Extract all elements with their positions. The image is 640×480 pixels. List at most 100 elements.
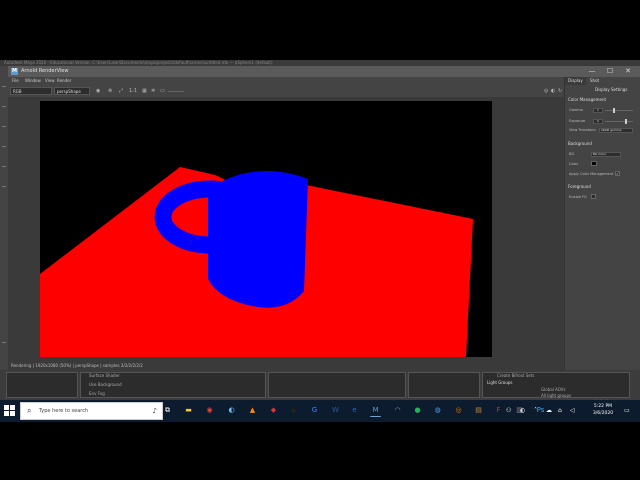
global-aovs-checkbox[interactable]: Global AOVs xyxy=(541,387,566,392)
google-icon[interactable]: G xyxy=(309,405,320,416)
ratio-label[interactable]: 1:1 xyxy=(129,88,137,94)
tool-icon[interactable] xyxy=(2,126,6,127)
steam-icon[interactable]: ◐ xyxy=(226,405,237,416)
blender-icon[interactable]: ◎ xyxy=(453,405,464,416)
enable-fg-label: Enable FG xyxy=(569,195,587,199)
display-settings-panel: Display Shot Display Settings Color Mana… xyxy=(564,77,640,370)
maya-aov-panel: Create Bifrost Sets Light Groups Global … xyxy=(482,372,630,404)
background-section[interactable]: Background xyxy=(568,141,592,146)
menu-window[interactable]: Window xyxy=(25,77,41,85)
app-gray-icon[interactable]: ▥ xyxy=(514,405,525,416)
exposure-panel-slider[interactable] xyxy=(605,121,633,122)
exposure-field[interactable]: 0 xyxy=(593,119,603,124)
globe-icon[interactable]: ◍ xyxy=(432,405,443,416)
bg-select[interactable]: BG Color xyxy=(591,152,621,157)
taskbar-search-box[interactable]: ⌕ Type here to search ♪ xyxy=(20,402,163,420)
volume-icon[interactable]: ◁ xyxy=(570,405,575,416)
aov-select[interactable]: RGB xyxy=(10,87,52,95)
box-icon[interactable]: ▤ xyxy=(473,405,484,416)
spotify-icon[interactable]: ● xyxy=(412,405,423,416)
color-label: Color xyxy=(569,162,579,166)
clock-time: 5:22 PM xyxy=(593,404,613,409)
people-icon[interactable]: ⚇ xyxy=(506,405,511,416)
tab-shot[interactable]: Shot xyxy=(587,77,602,85)
maya-icon[interactable]: M xyxy=(370,405,381,417)
vlc-icon[interactable]: ▲ xyxy=(247,405,258,416)
photoshop-icon[interactable]: Ps xyxy=(535,405,546,416)
letterbox-bottom xyxy=(0,422,640,480)
menu-view[interactable]: View xyxy=(45,77,55,85)
taskbar-clock[interactable]: 5:22 PM 3/6/2020 xyxy=(587,403,619,417)
color-management-section[interactable]: Color Management xyxy=(568,97,606,102)
app-arc-icon[interactable]: ◠ xyxy=(392,405,403,416)
exposure-icon[interactable]: ▭ xyxy=(160,88,165,94)
status-text: Rendering | 1920x1080 (50%) | perspShape… xyxy=(11,363,143,368)
file-explorer-icon[interactable]: ▬ xyxy=(183,405,194,416)
exposure-slider[interactable] xyxy=(168,91,184,92)
maya-bottom-panel-left xyxy=(6,372,78,398)
shader-item[interactable]: Surface Shader xyxy=(89,373,120,378)
close-button[interactable]: ✕ xyxy=(620,66,636,77)
maya-hypershade-panel: Surface Shader Use Background Env Fog xyxy=(80,372,266,398)
word-icon[interactable]: W xyxy=(330,405,341,416)
menu-file[interactable]: File xyxy=(12,77,19,85)
view-transform-label: View Transform xyxy=(569,128,596,132)
lock-icon[interactable]: ◐ xyxy=(551,88,555,94)
apply-cm-label: Apply Color Management xyxy=(569,172,614,176)
notifications-icon[interactable]: ▭ xyxy=(624,405,630,416)
fusion-icon[interactable]: F xyxy=(493,405,504,416)
renderview-title-bar[interactable]: M Arnold RenderView — ☐ ✕ xyxy=(8,66,640,77)
window-title: Arnold RenderView xyxy=(21,68,69,74)
maya-title-text: Autodesk Maya 2020 - Educational Version… xyxy=(4,60,273,65)
foreground-section[interactable]: Foreground xyxy=(568,184,591,189)
rendered-image xyxy=(40,101,492,357)
camera-select[interactable]: perspShape xyxy=(54,87,90,95)
exposure-slider-handle[interactable] xyxy=(625,119,627,124)
gamma-field[interactable]: 1 xyxy=(593,108,603,113)
search-icon: ⌕ xyxy=(27,406,32,415)
tool-icon[interactable] xyxy=(2,342,6,343)
apply-cm-checkbox[interactable]: ✓ xyxy=(615,171,620,176)
exposure-label: Exposure xyxy=(569,119,586,123)
settings-icon[interactable]: ✲ xyxy=(151,88,155,94)
tool-icon[interactable] xyxy=(2,146,6,147)
windows-start-icon[interactable] xyxy=(4,405,16,417)
all-light-groups-option[interactable]: All light groups xyxy=(541,393,571,398)
render-scene xyxy=(40,167,473,357)
gamma-slider-handle[interactable] xyxy=(613,108,615,113)
crop-icon[interactable]: ⤢ xyxy=(119,88,123,94)
menu-bar: File Window View Render xyxy=(8,77,640,85)
media-icon[interactable]: ◆ xyxy=(268,405,279,416)
shader-item[interactable]: Env Fog xyxy=(89,391,105,396)
microphone-icon[interactable]: ♪ xyxy=(153,407,157,415)
task-view-icon[interactable]: ⧉ xyxy=(162,405,173,416)
maximize-button[interactable]: ☐ xyxy=(602,66,618,77)
gamma-slider[interactable] xyxy=(605,110,633,111)
snapshot-icon[interactable]: ◎ xyxy=(544,88,548,94)
chrome-icon[interactable]: ◉ xyxy=(204,405,215,416)
tool-icon[interactable] xyxy=(2,186,6,187)
tool-icon[interactable] xyxy=(2,86,6,87)
maya-bottom-panel-mid xyxy=(408,372,480,398)
view-transform-select[interactable]: sRGB gamma xyxy=(599,128,633,133)
status-bar: Rendering | 1920x1080 (50%) | perspShape… xyxy=(8,361,564,370)
menu-render[interactable]: Render xyxy=(57,77,71,85)
enable-fg-checkbox[interactable] xyxy=(591,194,596,199)
edge-icon[interactable]: e xyxy=(349,405,360,416)
stop-icon[interactable]: ⊗ xyxy=(108,88,112,94)
tool-icon[interactable] xyxy=(2,166,6,167)
onedrive-icon[interactable]: ☁ xyxy=(546,405,552,416)
minimize-button[interactable]: — xyxy=(584,66,600,77)
letterbox-top xyxy=(0,0,640,60)
tab-display[interactable]: Display xyxy=(565,77,586,85)
create-sets-header: Create Bifrost Sets xyxy=(497,373,535,378)
region-icon[interactable]: ▦ xyxy=(142,88,147,94)
shader-item[interactable]: Use Background xyxy=(89,382,122,387)
network-icon[interactable]: ⌂ xyxy=(558,405,562,416)
refresh-icon[interactable]: ↻ xyxy=(558,88,562,94)
render-icon[interactable]: ◉ xyxy=(96,88,100,94)
tool-icon[interactable] xyxy=(2,106,6,107)
light-groups-header[interactable]: Light Groups xyxy=(487,380,513,385)
bg-color-swatch[interactable] xyxy=(591,161,597,166)
app-dark-icon[interactable]: ▣ xyxy=(288,405,299,416)
